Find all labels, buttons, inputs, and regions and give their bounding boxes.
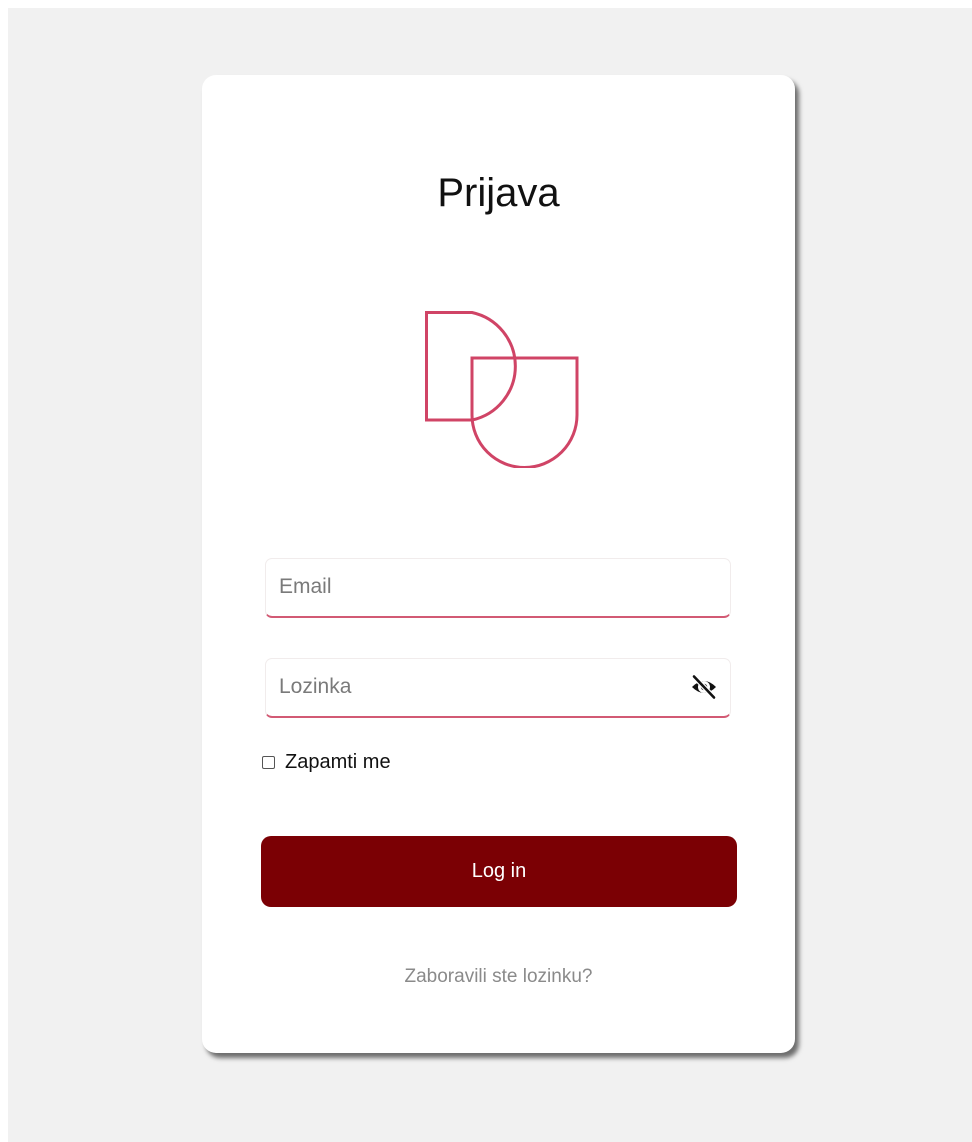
eye-slash-icon[interactable]: [690, 674, 718, 700]
forgot-password-link[interactable]: Zaboravili ste lozinku?: [202, 966, 795, 988]
remember-me-checkbox[interactable]: [262, 755, 275, 769]
login-card: Prijava Zapamti me Log in Zaboravili ste…: [202, 75, 795, 1053]
du-logo: [425, 311, 579, 468]
remember-me-label[interactable]: Zapamti me: [285, 751, 391, 774]
password-field[interactable]: [279, 659, 679, 715]
email-field[interactable]: [279, 559, 679, 615]
email-field-container: [265, 558, 731, 618]
page-title: Prijava: [437, 171, 560, 215]
password-field-container: [265, 658, 731, 718]
login-button[interactable]: Log in: [261, 836, 737, 907]
remember-me[interactable]: Zapamti me: [262, 749, 391, 775]
